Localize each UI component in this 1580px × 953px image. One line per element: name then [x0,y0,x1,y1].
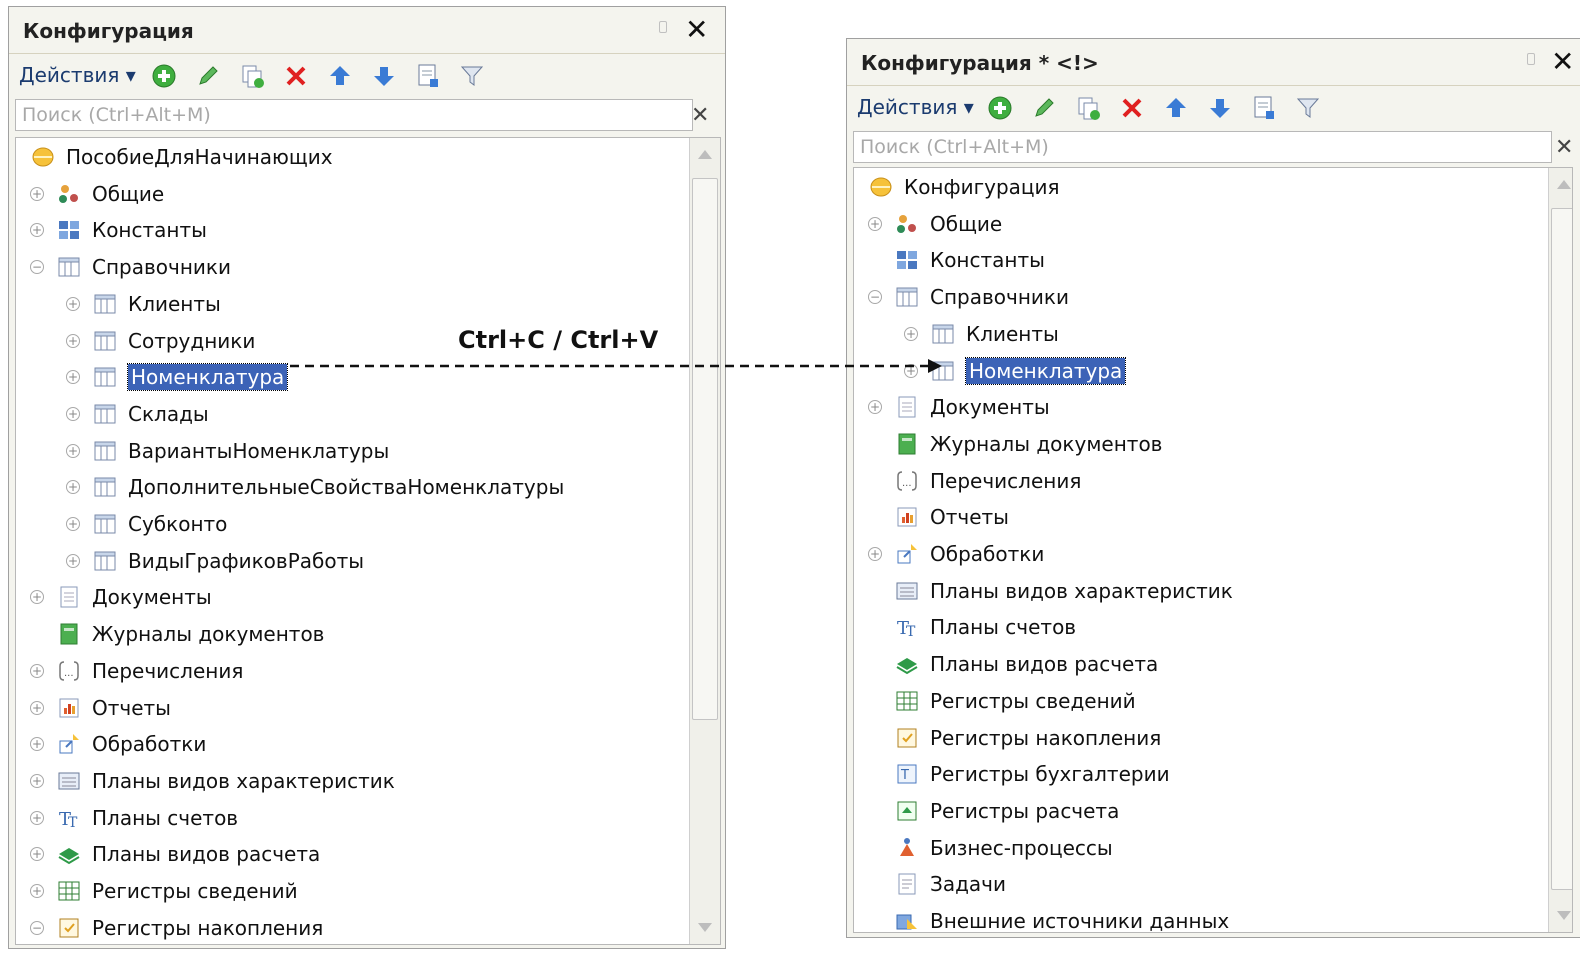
arrowhead-icon [928,359,942,373]
drag-arrow [290,359,942,373]
